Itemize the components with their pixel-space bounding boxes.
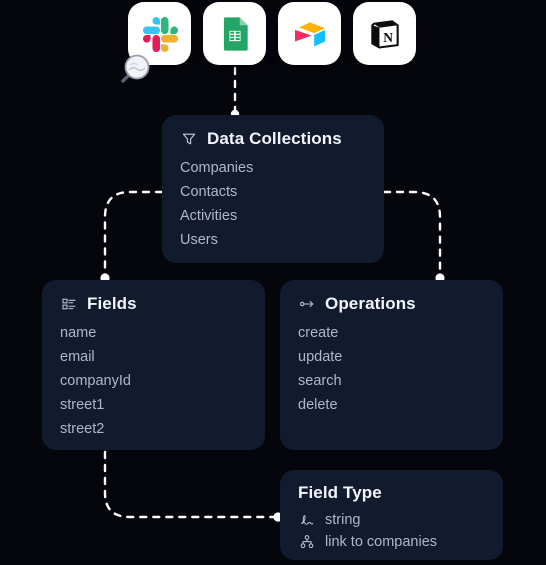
magnifier-cursor[interactable] — [110, 48, 154, 92]
card-operations[interactable]: Operations create update search delete — [280, 280, 503, 450]
list-item[interactable]: Activities — [180, 207, 366, 226]
list-item[interactable]: create — [298, 324, 485, 343]
list-item[interactable]: delete — [298, 396, 485, 415]
list-item[interactable]: search — [298, 372, 485, 391]
list-item[interactable]: Contacts — [180, 183, 366, 202]
field-type-label: string — [325, 512, 361, 528]
card-title: Operations — [325, 294, 416, 313]
list-item[interactable]: email — [60, 348, 247, 367]
filter-icon — [180, 130, 198, 148]
list-item[interactable]: string — [298, 511, 485, 529]
card-title: Fields — [87, 294, 137, 313]
connector-collections-to-fields — [103, 190, 164, 278]
list-item[interactable]: update — [298, 348, 485, 367]
collections-list: Companies Contacts Activities Users — [180, 159, 366, 250]
list-item[interactable]: street2 — [60, 420, 247, 439]
arrow-link-icon — [298, 295, 316, 313]
app-icon-row: N — [128, 2, 416, 65]
connector-collections-to-operations — [382, 190, 442, 278]
fields-list: name email companyId street1 street2 — [60, 324, 247, 439]
card-fields[interactable]: Fields name email companyId street1 stre… — [42, 280, 265, 450]
list-item[interactable]: Users — [180, 231, 366, 250]
card-header: Operations — [298, 294, 485, 314]
list-item[interactable]: companyId — [60, 372, 247, 391]
list-item[interactable]: street1 — [60, 396, 247, 415]
google-sheets-icon[interactable] — [203, 2, 266, 65]
svg-text:N: N — [383, 29, 393, 44]
card-title: Field Type — [298, 483, 382, 502]
card-data-collections[interactable]: Data Collections Companies Contacts Acti… — [162, 115, 384, 263]
connector-fields-to-fieldtype — [103, 450, 278, 519]
diagram-canvas: N Data Collections Companies Contacts Ac… — [0, 0, 546, 565]
airtable-icon[interactable] — [278, 2, 341, 65]
list-item[interactable]: name — [60, 324, 247, 343]
hierarchy-icon — [298, 534, 315, 551]
notion-icon[interactable]: N — [353, 2, 416, 65]
field-type-list: string link to companies — [298, 511, 485, 551]
card-header: Fields — [60, 294, 247, 314]
card-header: Field Type — [298, 483, 485, 503]
card-header: Data Collections — [180, 129, 366, 149]
field-type-label: link to companies — [325, 534, 438, 550]
operations-list: create update search delete — [298, 324, 485, 415]
card-title: Data Collections — [207, 129, 342, 148]
list-item[interactable]: Companies — [180, 159, 366, 178]
signature-icon — [298, 512, 315, 529]
list-item[interactable]: link to companies — [298, 533, 485, 551]
card-field-type[interactable]: Field Type string link to companies — [280, 470, 503, 560]
list-icon — [60, 295, 78, 313]
